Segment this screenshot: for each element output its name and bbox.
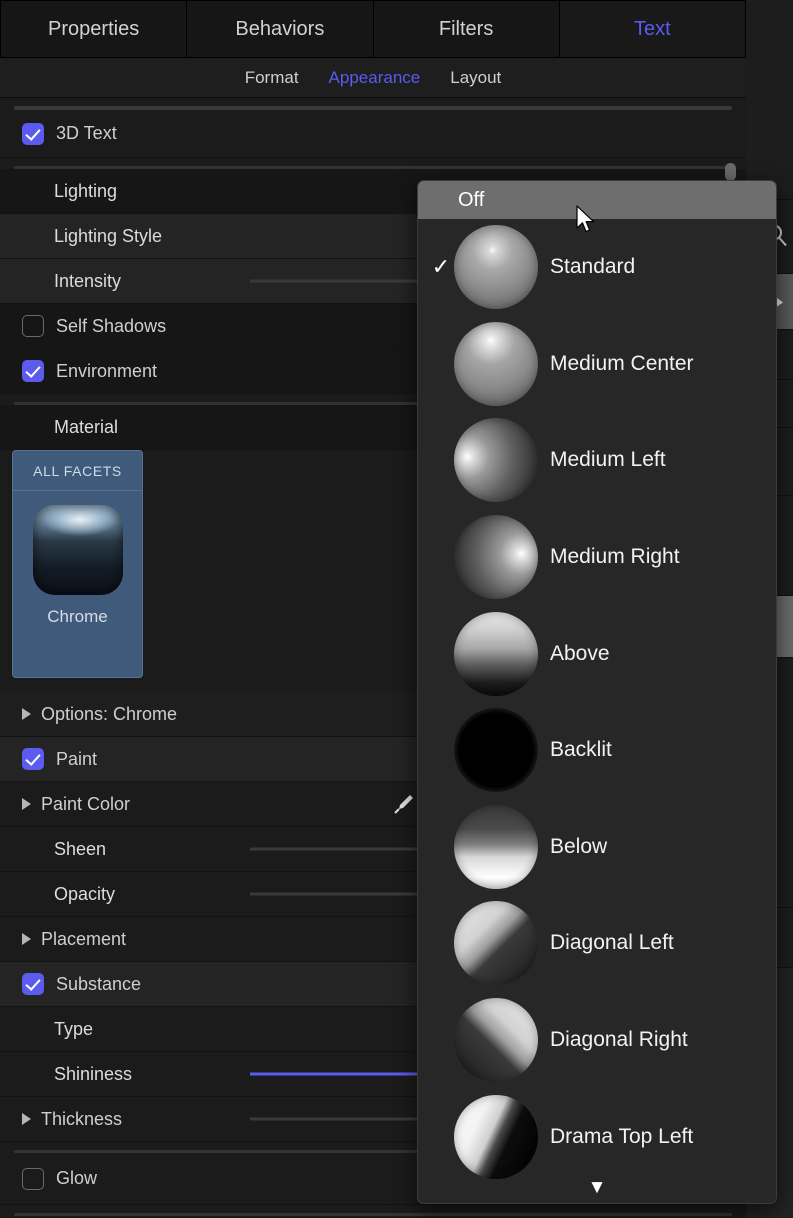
menu-item-medium-left-label: Medium Left [550,448,666,472]
disclosure-triangle-thickness-icon[interactable] [22,1113,31,1125]
label-type: Type [22,1019,93,1040]
label-paint: Paint [56,749,97,770]
tab-behaviors[interactable]: Behaviors [187,0,373,57]
label-options-chrome: Options: Chrome [41,704,177,725]
label-intensity: Intensity [22,271,121,292]
tab-properties[interactable]: Properties [0,0,187,57]
tab-properties-label: Properties [48,18,139,41]
menu-item-backlit-sphere-icon [454,708,538,792]
checkbox-paint[interactable] [22,748,44,770]
menu-item-standard-sphere-icon [454,225,538,309]
tab-text[interactable]: Text [560,0,746,57]
checkbox-glow[interactable] [22,1168,44,1190]
label-environment: Environment [56,361,157,382]
checkbox-substance[interactable] [22,973,44,995]
sub-tabbar: Format Appearance Layout [0,58,746,98]
tab-filters[interactable]: Filters [374,0,560,57]
material-tile-caption: ALL FACETS [13,451,142,491]
label-material-header: Material [22,417,118,438]
menu-item-diagonal-left[interactable]: Diagonal Left [418,895,776,992]
label-lighting-header: Lighting [22,181,117,202]
label-3d-text: 3D Text [56,123,117,144]
label-substance: Substance [56,974,141,995]
material-swatch-chrome-icon [33,505,123,595]
menu-item-diagonal-right[interactable]: Diagonal Right [418,992,776,1089]
disclosure-triangle-paint-color-icon[interactable] [22,798,31,810]
menu-item-backlit[interactable]: Backlit [418,702,776,799]
menu-item-backlit-label: Backlit [550,738,612,762]
menu-item-medium-left[interactable]: Medium Left [418,412,776,509]
app-window: im Sn Properties Behaviors Filters Text … [0,0,793,1218]
label-placement: Placement [41,929,126,950]
menu-item-below-label: Below [550,835,607,859]
label-shininess: Shininess [22,1064,132,1085]
label-glow: Glow [56,1168,97,1189]
menu-item-medium-right-sphere-icon [454,515,538,599]
disclosure-triangle-placement-icon[interactable] [22,933,31,945]
menu-item-standard-checkmark-icon: ✓ [428,254,454,280]
menu-item-standard-label: Standard [550,255,635,279]
menu-item-medium-center-label: Medium Center [550,352,694,376]
menu-item-above-label: Above [550,642,610,666]
divider-bottom [14,1213,732,1216]
tab-filters-label: Filters [439,18,493,41]
lighting-style-dropdown-menu[interactable]: Off ✓ Standard Medium Center Medium Left… [417,180,777,1204]
disclosure-triangle-options-icon[interactable] [22,708,31,720]
strip-cell-top [746,0,793,200]
menu-item-diagonal-left-label: Diagonal Left [550,931,674,955]
menu-item-medium-right[interactable]: Medium Right [418,509,776,606]
menu-item-medium-right-label: Medium Right [550,545,680,569]
menu-item-below-sphere-icon [454,805,538,889]
subtab-format[interactable]: Format [241,66,303,90]
menu-scroll-down-arrow-icon[interactable]: ▼ [418,1177,776,1199]
material-tile-chrome[interactable]: ALL FACETS Chrome [12,450,143,678]
label-paint-color: Paint Color [41,794,130,815]
menu-item-drama-top-left-sphere-icon [454,1095,538,1179]
subtab-appearance[interactable]: Appearance [325,66,425,90]
label-thickness: Thickness [41,1109,122,1130]
menu-item-above-sphere-icon [454,612,538,696]
menu-item-medium-left-sphere-icon [454,418,538,502]
menu-item-diagonal-right-sphere-icon [454,998,538,1082]
tab-text-label: Text [634,18,671,41]
menu-item-medium-center-sphere-icon [454,322,538,406]
label-lighting-style: Lighting Style [22,226,162,247]
menu-item-above[interactable]: Above [418,605,776,702]
tab-behaviors-label: Behaviors [235,18,324,41]
eyedropper-icon[interactable] [390,791,416,817]
mouse-cursor-icon [576,205,598,235]
menu-item-off-label: Off [428,189,484,212]
menu-item-below[interactable]: Below [418,799,776,896]
inspector-scrollbar-thumb[interactable] [725,163,736,181]
checkbox-self-shadows[interactable] [22,315,44,337]
menu-item-medium-center[interactable]: Medium Center [418,316,776,413]
menu-item-drama-top-left[interactable]: Drama Top Left [418,1088,776,1185]
subtab-layout[interactable]: Layout [446,66,505,90]
label-sheen: Sheen [22,839,106,860]
menu-item-diagonal-right-label: Diagonal Right [550,1028,688,1052]
menu-item-diagonal-left-sphere-icon [454,901,538,985]
inspector-tabbar: Properties Behaviors Filters Text [0,0,746,58]
checkbox-3d-text[interactable] [22,123,44,145]
checkbox-environment[interactable] [22,360,44,382]
material-tile-name: Chrome [47,607,107,627]
label-opacity: Opacity [22,884,115,905]
menu-item-drama-top-left-label: Drama Top Left [550,1125,693,1149]
label-self-shadows: Self Shadows [56,316,166,337]
row-3d-text[interactable]: 3D Text [0,110,746,158]
